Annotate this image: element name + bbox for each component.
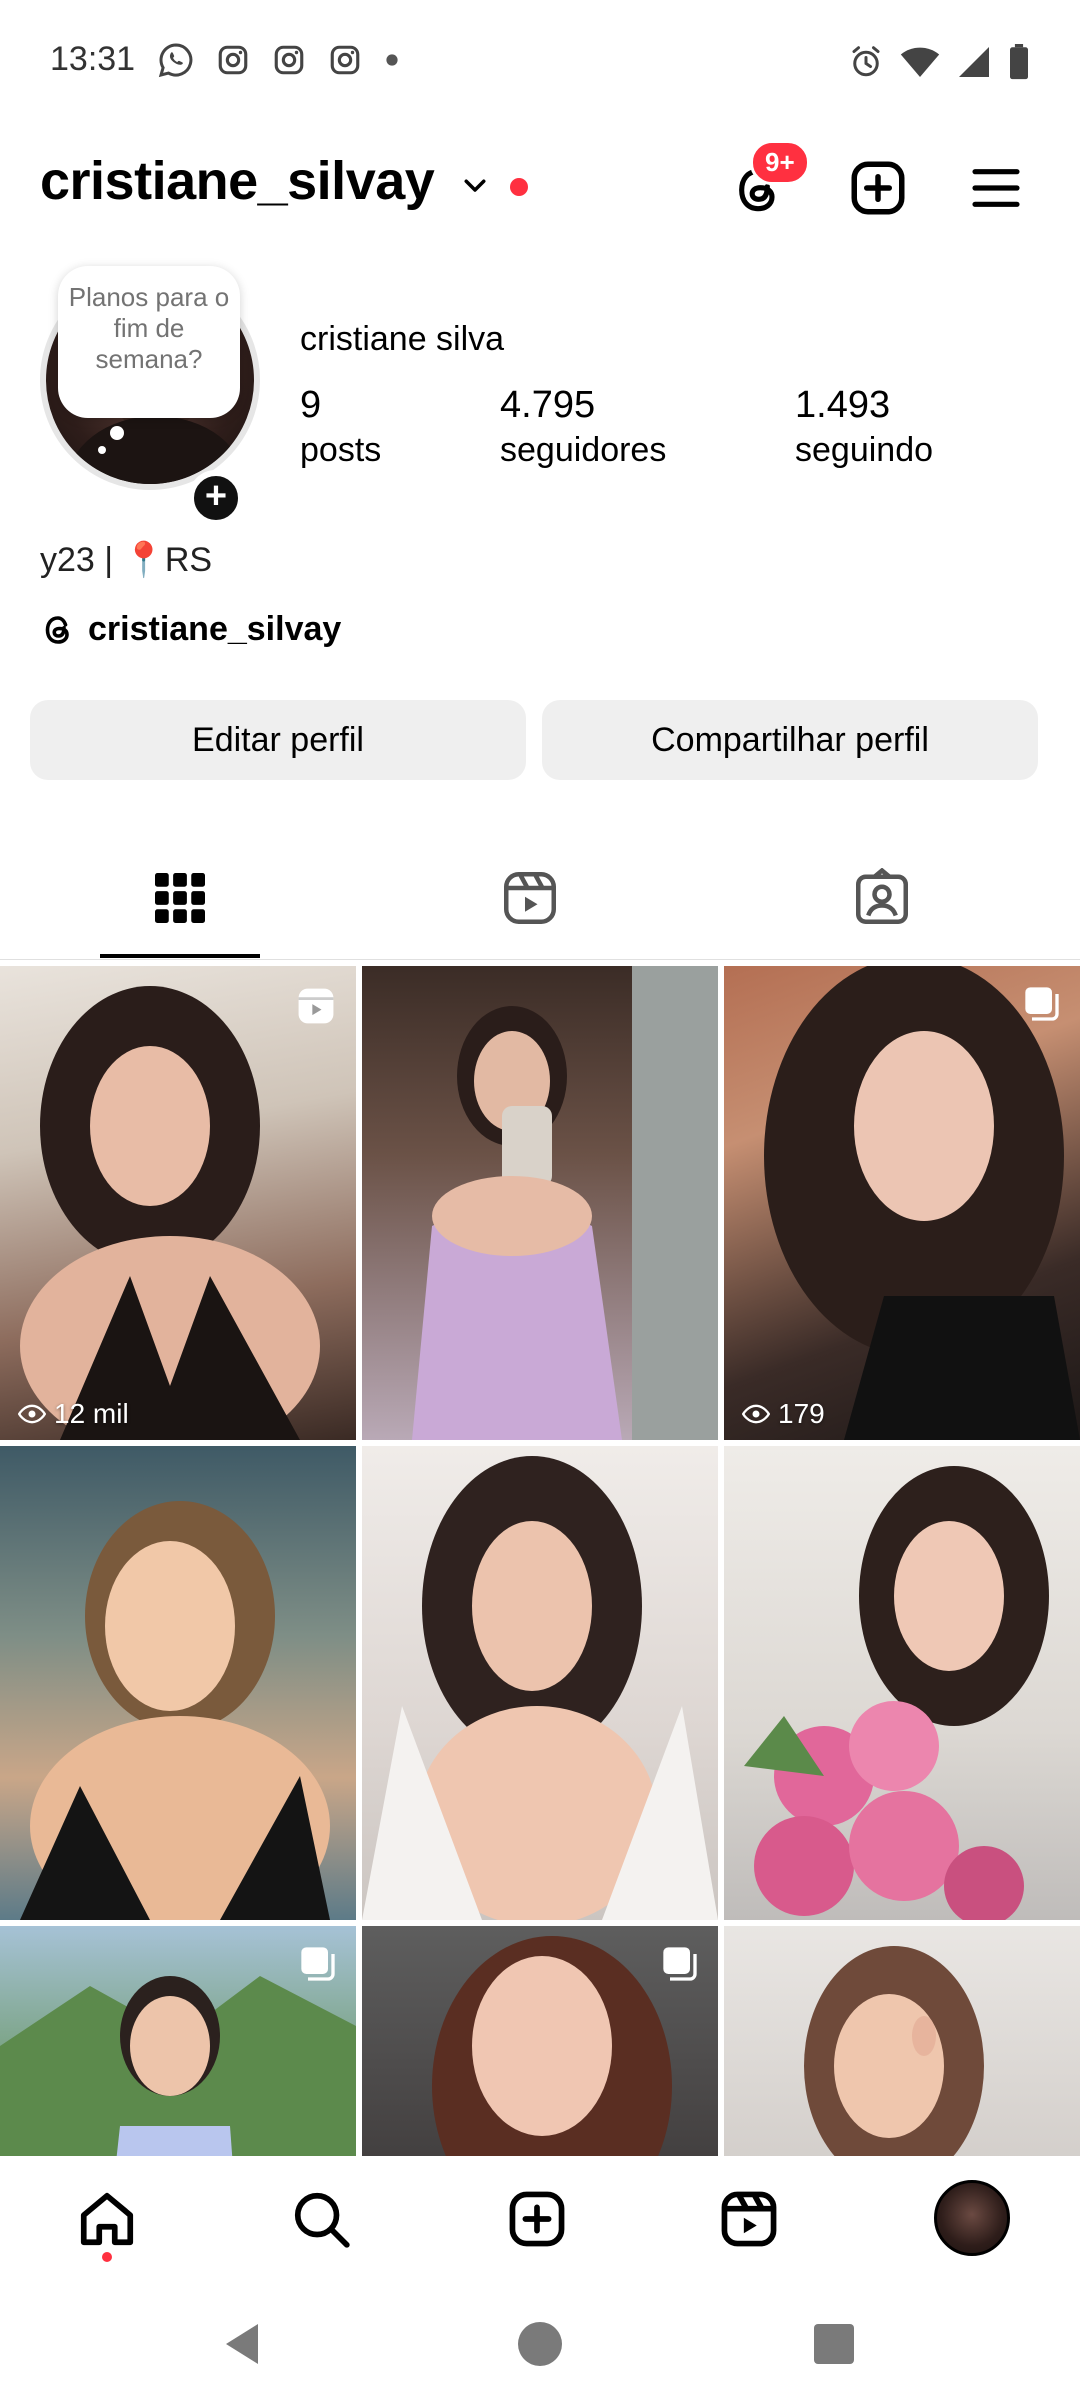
instagram-icon [274,45,304,75]
status-app-icons [158,42,400,78]
tab-grid-icon[interactable] [150,868,210,928]
profile-note-bubble[interactable]: Planos para o fim de semana? [58,266,240,418]
system-navigation-bar [0,2288,1080,2400]
post-image [20,1501,330,1920]
alarm-icon [852,46,880,77]
post-image [362,1456,718,1920]
back-icon[interactable] [222,2322,262,2366]
tab-tagged-icon[interactable] [852,868,912,928]
post-image [804,1946,984,2156]
stat-posts-value: 9 [300,384,322,426]
note-bubble-tail [110,426,124,440]
note-bubble-tail-small [98,446,106,454]
post-views: 12 mil [18,1398,129,1430]
active-tab-indicator [100,954,260,958]
post-views: 179 [742,1398,825,1430]
profile-bio: y23 | 📍RS [40,541,213,579]
stat-posts-label: posts [300,431,382,469]
profile-full-name: cristiane silva [300,320,505,358]
post-thumbnail[interactable] [0,1926,356,2156]
views-count: 12 mil [54,1398,129,1429]
post-image [412,966,718,1440]
status-bar: 13:31 [0,0,1080,120]
whatsapp-icon [158,43,193,78]
nav-search-icon[interactable] [290,2188,352,2250]
profile-tabs [0,850,1080,960]
stat-followers[interactable]: 4.795 seguidores [500,382,666,472]
edit-profile-button[interactable]: Editar perfil [30,700,526,780]
home-circle-icon[interactable] [518,2322,562,2366]
post-image [744,1466,1049,1920]
unread-dot [510,178,528,196]
status-right-icons [848,44,1030,80]
post-image [764,966,1080,1440]
post-thumbnail[interactable] [0,1446,356,1920]
status-time: 13:31 [50,40,136,78]
post-thumbnail[interactable] [724,1926,1080,2156]
carousel-indicator-icon [1025,987,1059,1021]
hamburger-menu-icon[interactable] [968,160,1024,216]
stat-following-label: seguindo [795,431,934,469]
battery-icon [1010,44,1028,80]
more-notifications-dot-icon [386,54,398,66]
stat-posts[interactable]: 9 posts [300,382,381,472]
nav-profile-avatar[interactable] [934,2180,1010,2256]
post-thumbnail[interactable]: 12 mil [0,966,356,1440]
reel-indicator-icon [298,988,334,1024]
nav-reels-icon[interactable] [718,2188,780,2250]
create-post-icon[interactable] [848,158,908,218]
account-switcher-username[interactable]: cristiane_silvay [40,150,435,212]
profile-header: cristiane_silvay 9+ [0,140,1080,230]
stat-followers-label: seguidores [500,431,667,469]
tab-reels-icon[interactable] [500,868,560,928]
threads-badge: 9+ [750,140,810,185]
threads-handle: cristiane_silvay [88,610,342,648]
post-thumbnail[interactable]: 179 [724,966,1080,1440]
threads-logo-icon [45,615,69,644]
posts-grid: 12 mil 179 [0,966,1080,2156]
home-activity-dot [102,2252,112,2262]
carousel-indicator-icon [301,1947,335,1981]
share-profile-button[interactable]: Compartilhar perfil [542,700,1038,780]
recents-square-icon[interactable] [814,2324,854,2364]
chevron-down-icon[interactable] [460,170,490,200]
post-thumbnail[interactable] [362,1926,718,2156]
wifi-icon [900,47,940,77]
stat-following[interactable]: 1.493 seguindo [795,382,933,472]
instagram-icon [330,45,360,75]
stat-followers-value: 4.795 [500,384,596,426]
nav-home-icon[interactable] [76,2188,138,2250]
post-thumbnail[interactable] [362,966,718,1440]
bottom-navigation [0,2158,1080,2288]
add-story-button[interactable]: + [188,470,244,526]
threads-profile-link[interactable]: cristiane_silvay [40,610,341,649]
carousel-indicator-icon [663,1947,697,1981]
signal-icon [959,47,989,77]
post-thumbnail[interactable] [724,1446,1080,1920]
stat-following-value: 1.493 [795,384,891,426]
views-eye-icon [18,1404,46,1424]
views-eye-icon [742,1404,770,1424]
instagram-icon [218,45,248,75]
post-thumbnail[interactable] [362,1446,718,1920]
post-image [20,986,320,1440]
nav-create-icon[interactable] [506,2188,568,2250]
views-count: 179 [778,1398,825,1429]
